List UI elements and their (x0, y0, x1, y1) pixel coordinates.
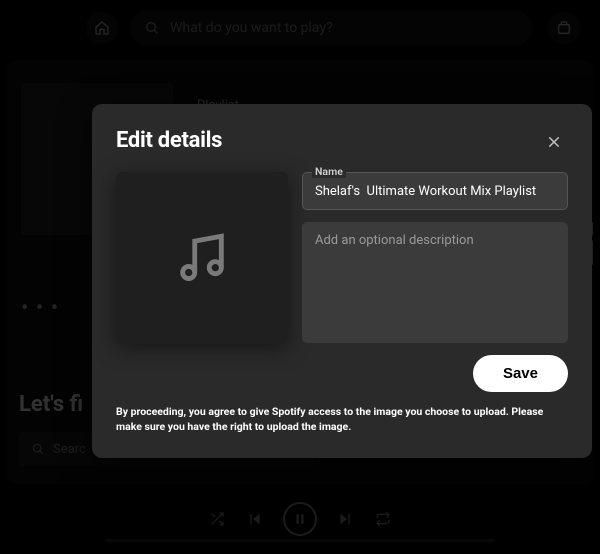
modal-header: Edit details (116, 128, 568, 156)
name-label: Name (312, 165, 346, 178)
fields: Name (302, 172, 568, 343)
music-note-icon (173, 229, 231, 287)
modal-title: Edit details (116, 128, 222, 153)
name-field-wrap: Name (302, 172, 568, 210)
edit-details-modal: Edit details Name Save By proceeding, yo… (92, 104, 592, 458)
close-icon (546, 134, 562, 150)
close-button[interactable] (540, 128, 568, 156)
save-button[interactable]: Save (473, 355, 568, 392)
legal-text: By proceeding, you agree to give Spotify… (116, 404, 568, 434)
modal-body: Name (116, 172, 568, 343)
description-input[interactable] (302, 222, 568, 343)
cover-art-upload[interactable] (116, 172, 288, 344)
modal-footer: Save By proceeding, you agree to give Sp… (116, 355, 568, 434)
